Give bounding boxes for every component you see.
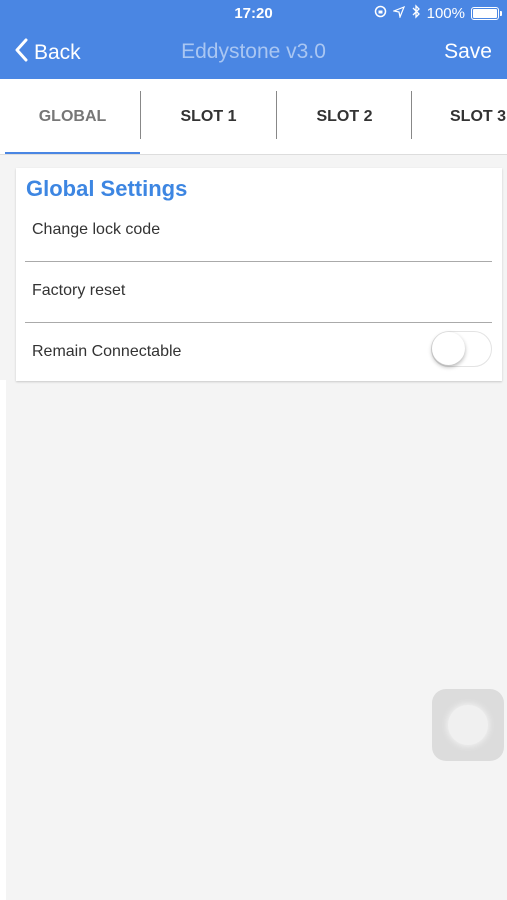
- change-lock-code-item[interactable]: Change lock code: [25, 221, 492, 241]
- tab-label: SLOT 3: [450, 108, 507, 125]
- navigation-bar: Back Eddystone v3.0 Save: [0, 28, 507, 79]
- bluetooth-icon: [411, 4, 421, 23]
- tab-slot-1[interactable]: SLOT 1: [141, 79, 276, 154]
- page-title: Eddystone v3.0: [181, 40, 326, 63]
- divider: [25, 261, 492, 262]
- battery-percent: 100%: [426, 5, 465, 22]
- factory-reset-item[interactable]: Factory reset: [25, 282, 492, 302]
- tab-label: GLOBAL: [38, 108, 107, 125]
- list-item-label: Remain Connectable: [32, 343, 182, 360]
- active-tab-indicator: [5, 152, 140, 154]
- remain-connectable-item: Remain Connectable: [25, 331, 492, 367]
- divider: [25, 322, 492, 323]
- location-icon: [391, 5, 405, 22]
- status-bar: 17:20 100%: [0, 0, 507, 28]
- remain-connectable-toggle[interactable]: [431, 331, 492, 367]
- list-item-label: Factory reset: [32, 282, 126, 299]
- tab-global[interactable]: GLOBAL: [5, 79, 140, 154]
- assistive-touch-button[interactable]: [432, 689, 504, 761]
- assistive-touch-icon: [448, 705, 488, 745]
- slot-tabs: GLOBAL SLOT 1 SLOT 2 SLOT 3: [0, 79, 507, 155]
- tab-label: SLOT 2: [316, 108, 373, 125]
- section-title: Global Settings: [26, 176, 188, 201]
- app-header: 17:20 100% Back Eddystone v3.0 Save: [0, 0, 507, 79]
- global-settings-card: Global Settings Change lock code Factory…: [16, 168, 502, 381]
- status-indicators: 100%: [374, 4, 502, 23]
- toggle-knob: [432, 332, 465, 365]
- tab-slot-2[interactable]: SLOT 2: [277, 79, 412, 154]
- list-item-label: Change lock code: [32, 221, 161, 238]
- tab-label: SLOT 1: [180, 108, 237, 125]
- battery-icon: [471, 7, 502, 20]
- content-edge: [0, 380, 6, 900]
- save-button[interactable]: Save: [444, 40, 492, 64]
- tab-slot-3[interactable]: SLOT 3: [412, 79, 507, 154]
- orientation-lock-icon: [374, 5, 387, 22]
